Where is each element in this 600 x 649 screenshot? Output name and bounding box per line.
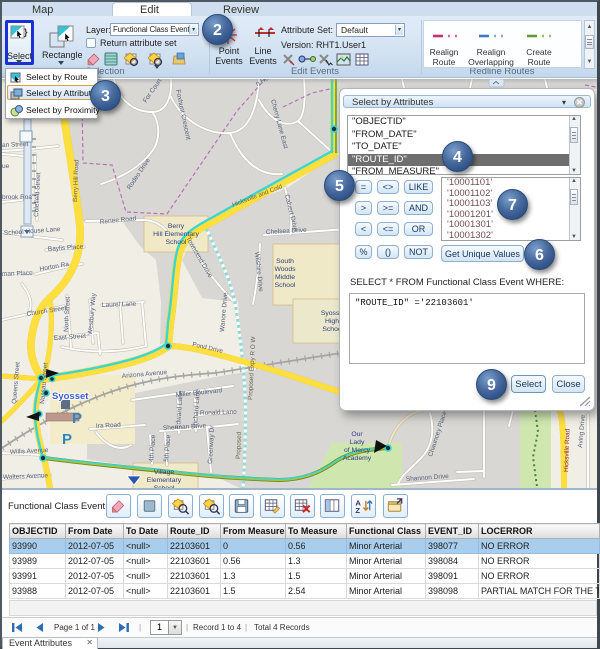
- svg-text:man Place: man Place: [2, 270, 33, 278]
- svg-text:School: School: [166, 239, 187, 246]
- svg-text:P: P: [62, 431, 72, 448]
- svg-text:Hill Elementary: Hill Elementary: [153, 231, 199, 238]
- svg-text:Our: Our: [351, 431, 363, 438]
- svg-text:Academy: Academy: [343, 455, 372, 462]
- svg-text:High: High: [325, 318, 339, 325]
- svg-text:an Street: an Street: [2, 141, 29, 149]
- svg-text:South: South: [276, 258, 294, 265]
- svg-text:Ira Road: Ira Road: [96, 422, 122, 430]
- svg-text:brook Roa: brook Roa: [2, 194, 32, 201]
- svg-text:Middle: Middle: [275, 274, 295, 281]
- svg-text:School: School: [275, 282, 296, 289]
- svg-text:Elementary: Elementary: [147, 477, 182, 484]
- svg-text:Ronald Lane: Ronald Lane: [200, 409, 237, 417]
- svg-text:Laurel Lane: Laurel Lane: [102, 301, 137, 309]
- svg-text:Village: Village: [154, 469, 175, 476]
- svg-text:Berry: Berry: [168, 223, 185, 230]
- svg-text:}: }: [24, 27, 28, 37]
- svg-text:Lady: Lady: [350, 439, 365, 446]
- svg-text:Berry Hill Road: Berry Hill Road: [72, 159, 80, 202]
- svg-text:P: P: [72, 410, 82, 427]
- svg-text:of Mercy: of Mercy: [344, 447, 371, 454]
- svg-text:ue: ue: [2, 163, 10, 170]
- svg-text:Syosset: Syosset: [52, 391, 89, 402]
- svg-text:Z: Z: [355, 506, 360, 515]
- svg-text:Proposed: Proposed: [235, 431, 243, 459]
- svg-text:Woods: Woods: [274, 266, 296, 273]
